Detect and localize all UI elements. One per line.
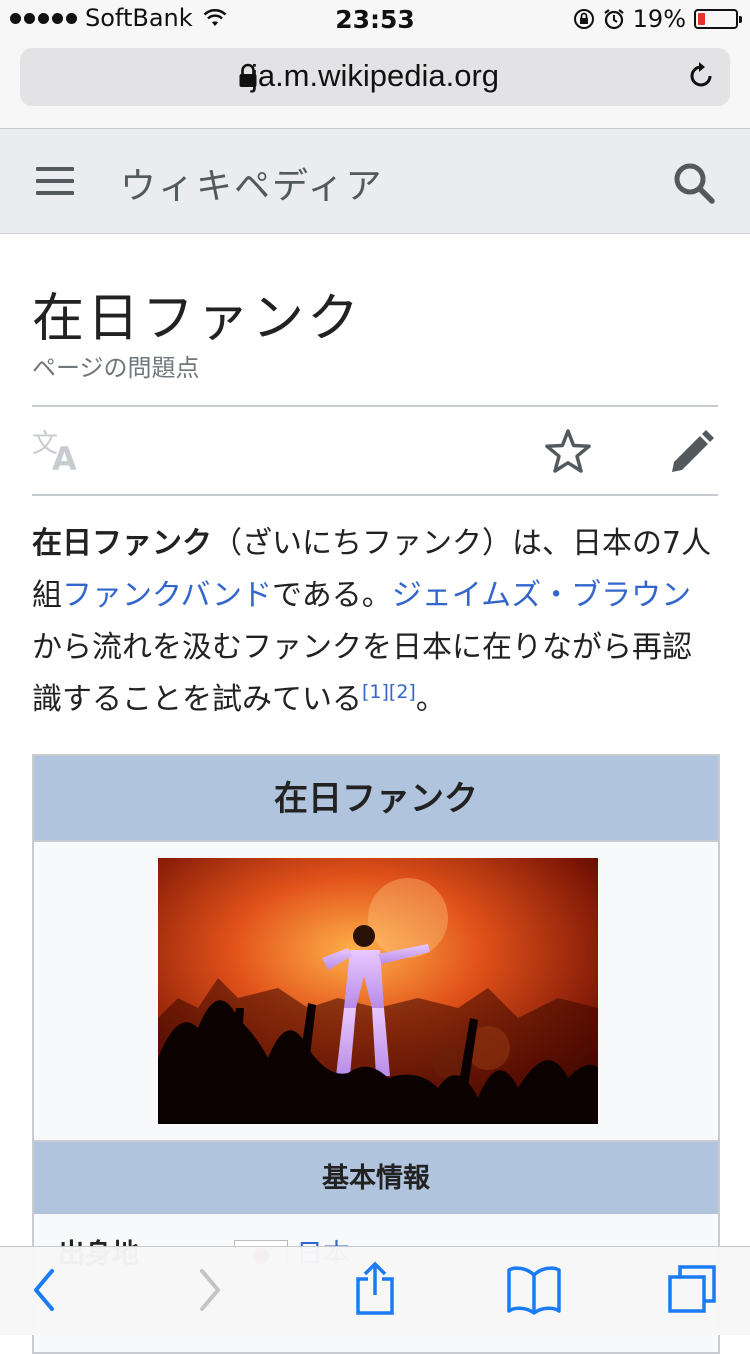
- intro-text: から流れを汲むファンクを日本に在りながら再認識することを試みている: [32, 630, 692, 717]
- url-text: ja.m.wikipedia.org: [250, 58, 500, 93]
- reload-icon[interactable]: [686, 61, 716, 91]
- bookmarks-icon[interactable]: [506, 1265, 562, 1315]
- rotation-lock-icon: [573, 9, 594, 29]
- status-right: 19%: [573, 5, 742, 33]
- alarm-icon: [603, 9, 624, 30]
- link-james-brown[interactable]: ジェイムズ・ブラウン: [392, 578, 691, 613]
- search-icon[interactable]: [672, 161, 716, 205]
- watch-star-icon[interactable]: [544, 428, 592, 474]
- divider: [32, 405, 718, 407]
- page-issues-link[interactable]: ページの問題点: [32, 348, 200, 383]
- intro-paragraph: 在日ファンク（ざいにちファンク）は、日本の7人組ファンクバンドである。ジェイムズ…: [32, 518, 718, 726]
- reference-2[interactable]: [2]: [389, 681, 416, 703]
- edit-pencil-icon[interactable]: [668, 430, 714, 474]
- hamburger-menu-icon[interactable]: [36, 167, 74, 203]
- language-icon[interactable]: 文 A: [32, 428, 84, 472]
- battery-level: [698, 13, 705, 25]
- band-photo[interactable]: [158, 858, 598, 1124]
- browser-chrome: ja.m.wikipedia.org: [0, 40, 750, 129]
- forward-icon[interactable]: [196, 1267, 224, 1313]
- battery-percent: 19%: [632, 5, 686, 33]
- wiki-header: ウィキペディア: [0, 129, 750, 234]
- address-bar[interactable]: ja.m.wikipedia.org: [20, 48, 730, 106]
- link-funk-band[interactable]: ファンクバンド: [62, 578, 272, 613]
- back-icon[interactable]: [30, 1267, 58, 1313]
- battery-icon: [694, 9, 742, 29]
- browser-toolbar: [0, 1246, 750, 1335]
- page-title: 在日ファンク: [32, 289, 363, 349]
- article-subject: 在日ファンク: [32, 526, 212, 561]
- site-title[interactable]: ウィキペディア: [120, 157, 383, 209]
- infobox-title: 在日ファンク: [34, 756, 718, 842]
- status-bar: SoftBank 23:53 19%: [0, 0, 750, 40]
- reference-1[interactable]: [1]: [362, 681, 389, 703]
- tabs-icon[interactable]: [666, 1263, 718, 1315]
- svg-text:A: A: [52, 440, 77, 472]
- infobox-subheader: 基本情報: [34, 1140, 718, 1214]
- intro-text: 。: [415, 682, 446, 717]
- divider: [32, 494, 718, 496]
- concert-photo-illustration: [158, 858, 598, 1124]
- intro-text: である。: [272, 578, 392, 613]
- share-icon[interactable]: [352, 1261, 398, 1317]
